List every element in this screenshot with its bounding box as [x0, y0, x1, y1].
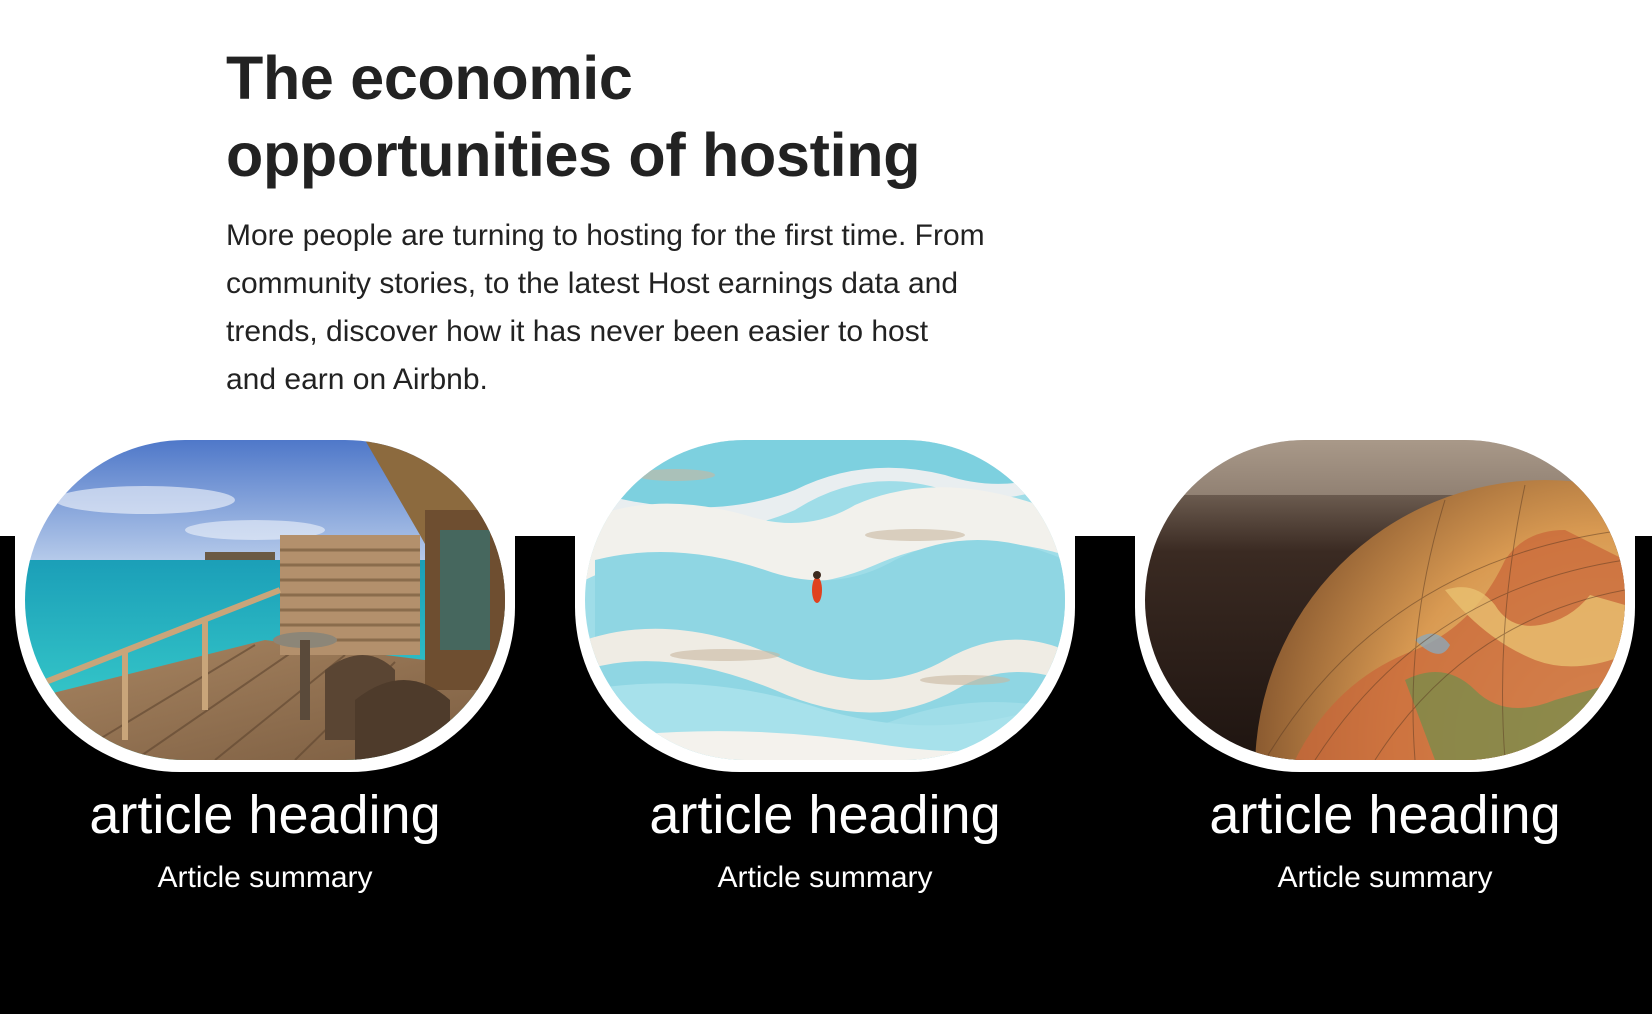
intro-section: The economic opportunities of hosting Mo… — [226, 40, 1006, 404]
article-summary: Article summary — [1277, 861, 1493, 894]
article-card[interactable]: article heading Article summary — [15, 440, 515, 896]
card-image-frame — [575, 440, 1075, 772]
overwater-villa-deck-photo[interactable] — [25, 440, 505, 760]
intro-description: More people are turning to hosting for t… — [226, 219, 985, 396]
article-summary: Article summary — [157, 861, 373, 894]
page-title: The economic opportunities of hosting — [226, 44, 921, 189]
article-card-list: article heading Article summary article … — [0, 440, 1652, 920]
article-card[interactable]: article heading Article summary — [575, 440, 1075, 896]
vintage-globe-photo[interactable] — [1145, 440, 1625, 760]
card-image-frame — [15, 440, 515, 772]
article-card[interactable]: article heading Article summary — [1135, 440, 1635, 896]
article-heading[interactable]: article heading — [15, 784, 515, 846]
page: The economic opportunities of hosting Mo… — [0, 0, 1652, 1014]
article-heading[interactable]: article heading — [575, 784, 1075, 846]
turquoise-travertine-pools-photo[interactable] — [585, 440, 1065, 760]
article-heading[interactable]: article heading — [1135, 784, 1635, 846]
card-image-frame — [1135, 440, 1635, 772]
article-summary: Article summary — [717, 861, 933, 894]
